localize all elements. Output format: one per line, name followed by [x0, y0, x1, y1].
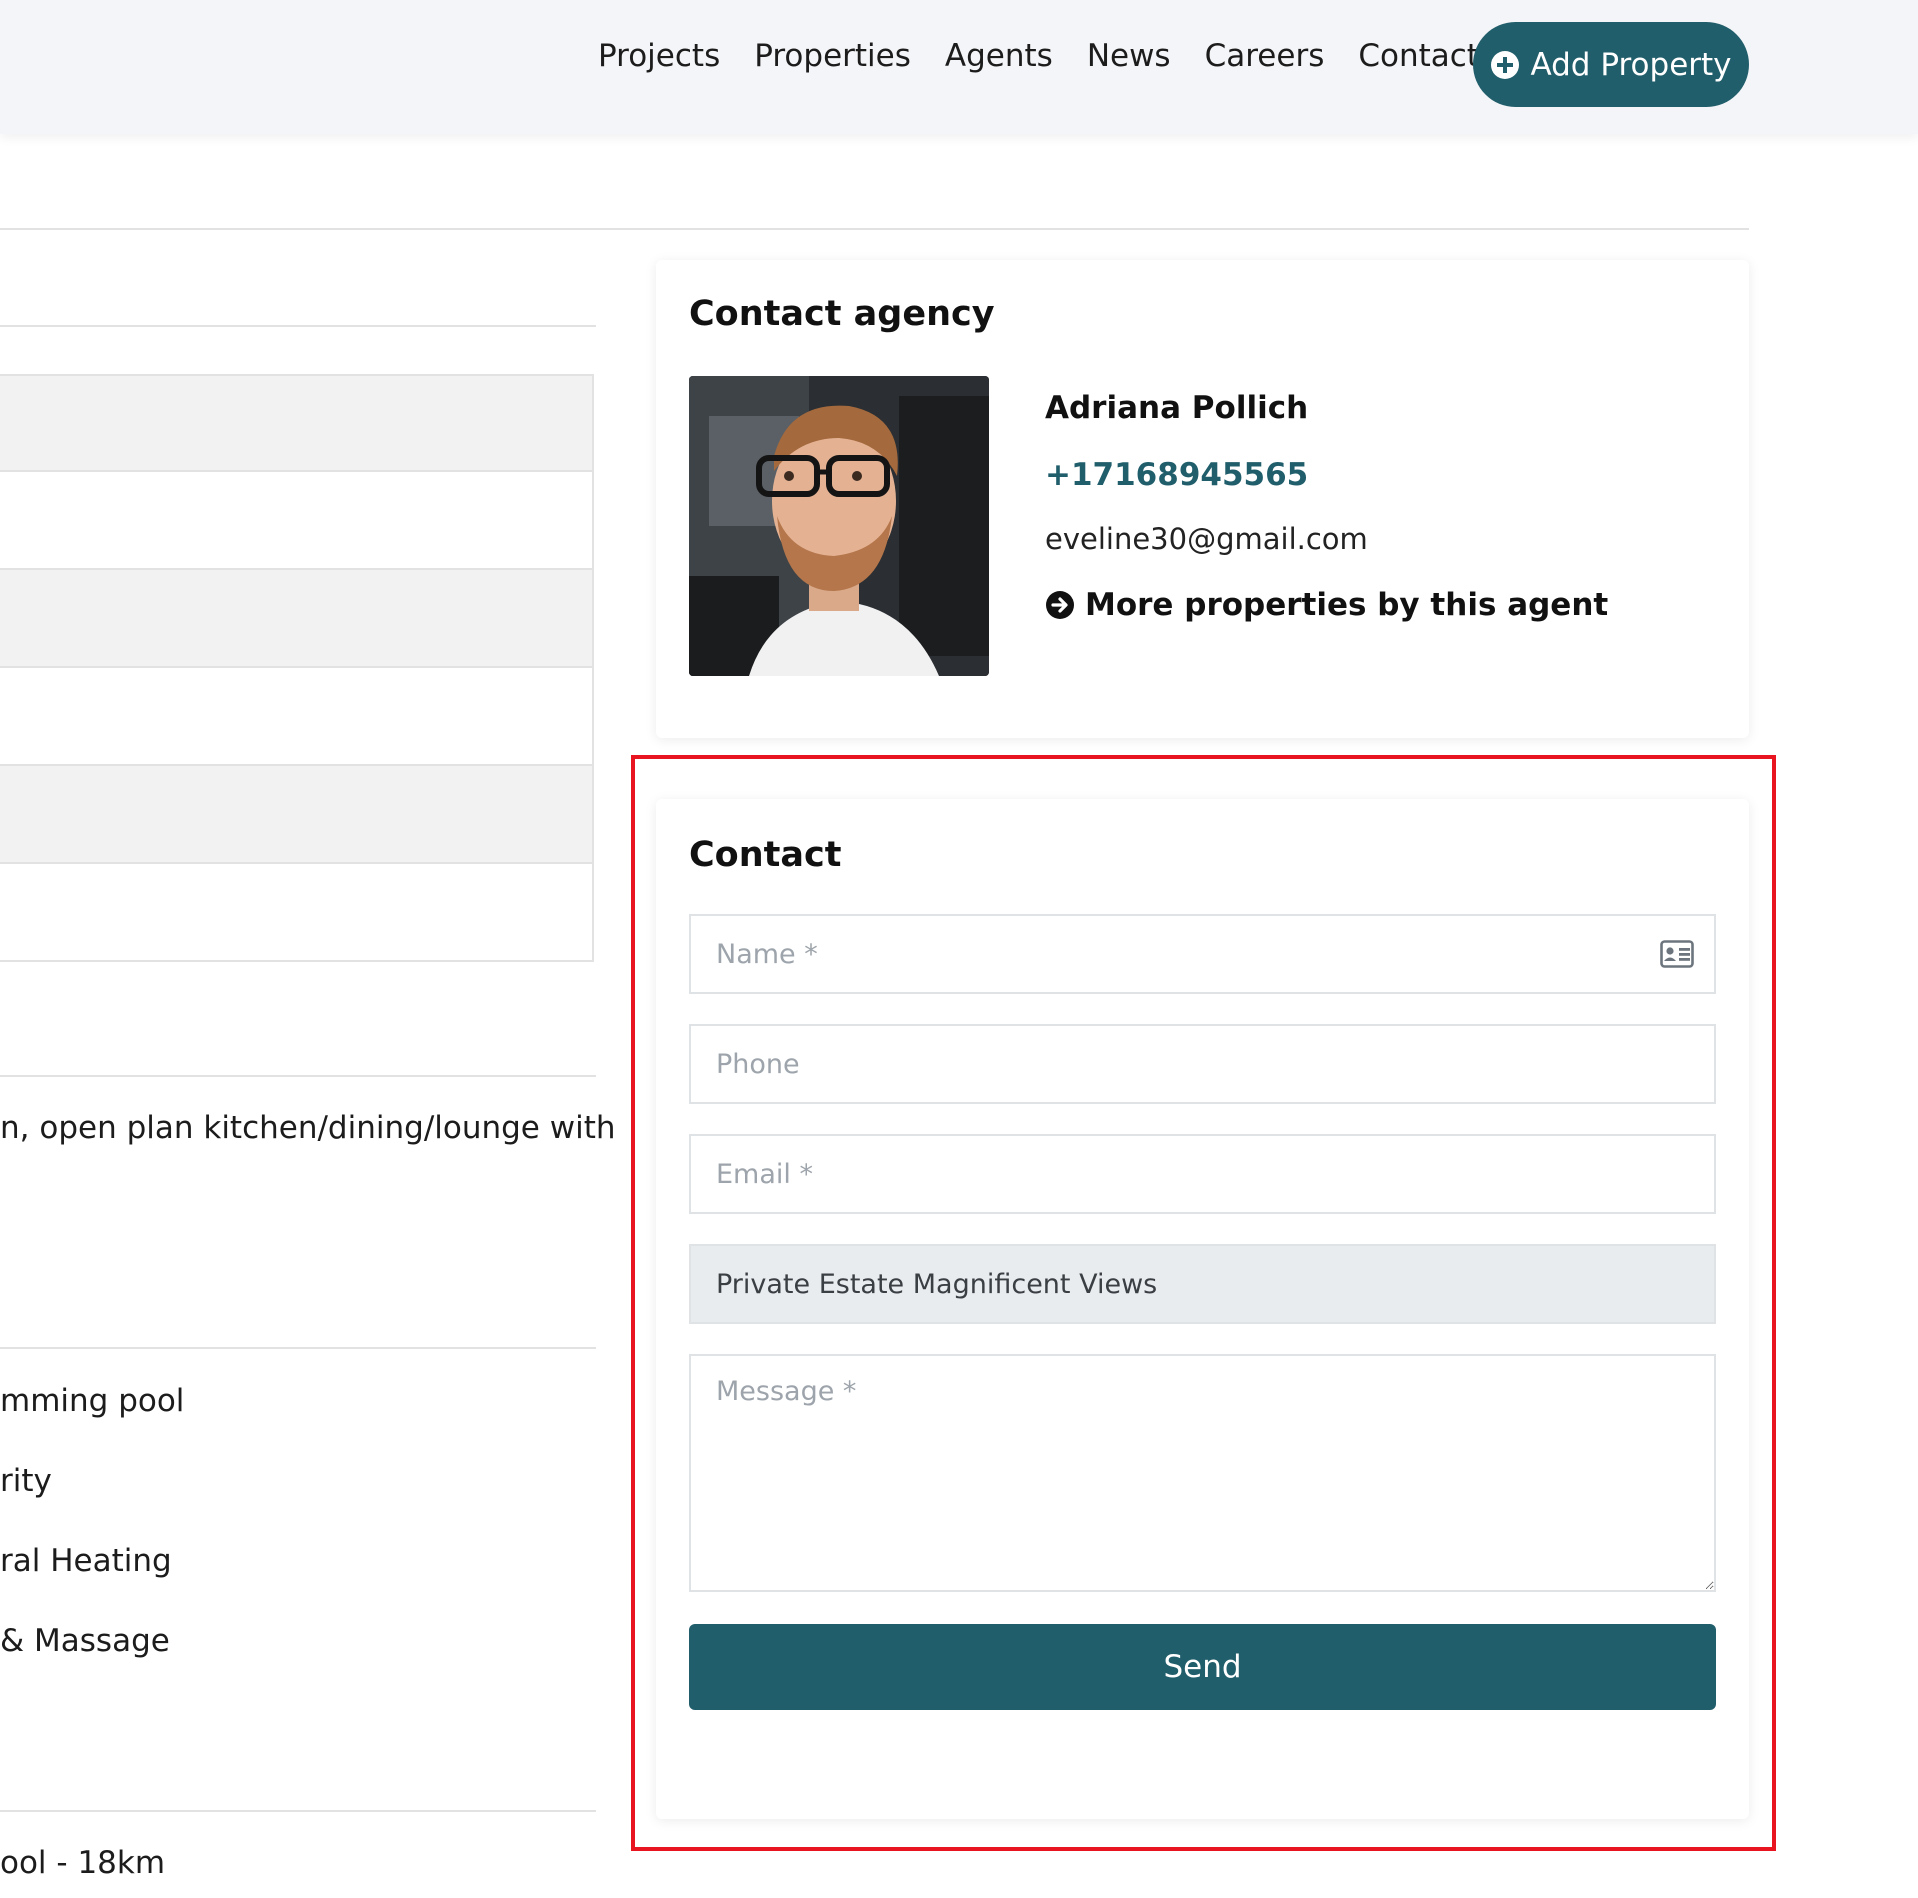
section-divider [0, 228, 1749, 230]
agent-portrait-image [689, 376, 989, 676]
section-divider [0, 1075, 596, 1077]
section-divider [0, 1347, 596, 1349]
section-divider [0, 325, 596, 327]
add-property-label: Add Property [1530, 46, 1732, 83]
table-row [0, 766, 594, 864]
email-input[interactable] [689, 1134, 1716, 1214]
agent-email[interactable]: eveline30@gmail.com [1045, 522, 1368, 556]
nav-agents[interactable]: Agents [945, 38, 1053, 74]
nav-properties[interactable]: Properties [754, 38, 911, 74]
agent-name: Adriana Pollich [1045, 390, 1309, 426]
contact-form-title: Contact [689, 835, 842, 875]
property-name-field [689, 1244, 1716, 1324]
table-row [0, 570, 594, 668]
send-button[interactable]: Send [689, 1624, 1716, 1710]
agent-phone-link[interactable]: +17168945565 [1045, 457, 1308, 493]
nav-careers[interactable]: Careers [1205, 38, 1325, 74]
feature-item: & Massage [0, 1623, 170, 1659]
name-input[interactable] [689, 914, 1716, 994]
main-nav: Projects Properties Agents News Careers … [598, 38, 1479, 74]
distance-text: ool - 18km [0, 1845, 166, 1881]
nav-contact[interactable]: Contact [1358, 38, 1479, 74]
contact-form-card: Contact Send [656, 799, 1749, 1819]
nav-news[interactable]: News [1087, 38, 1171, 74]
contact-agency-title: Contact agency [689, 294, 995, 334]
section-divider [0, 1810, 596, 1812]
table-row [0, 864, 594, 962]
plus-circle-icon [1491, 50, 1520, 79]
phone-input[interactable] [689, 1024, 1716, 1104]
table-row [0, 668, 594, 766]
more-properties-label: More properties by this agent [1085, 587, 1609, 623]
site-header: Projects Properties Agents News Careers … [0, 0, 1918, 134]
message-textarea[interactable] [689, 1354, 1716, 1592]
add-property-button[interactable]: Add Property [1473, 22, 1749, 107]
feature-item: mming pool [0, 1383, 185, 1419]
agent-photo [689, 376, 989, 676]
feature-item: ral Heating [0, 1543, 172, 1579]
feature-item: rity [0, 1463, 52, 1499]
id-card-icon [1660, 940, 1694, 968]
more-properties-link[interactable]: More properties by this agent [1045, 587, 1608, 623]
contact-agency-card: Contact agency Adriana Pollich +17168945… [656, 260, 1749, 738]
arrow-right-circle-icon [1046, 591, 1074, 619]
nav-projects[interactable]: Projects [598, 38, 720, 74]
description-text: n, open plan kitchen/dining/lounge with [0, 1110, 616, 1146]
table-row [0, 374, 594, 472]
table-row [0, 472, 594, 570]
